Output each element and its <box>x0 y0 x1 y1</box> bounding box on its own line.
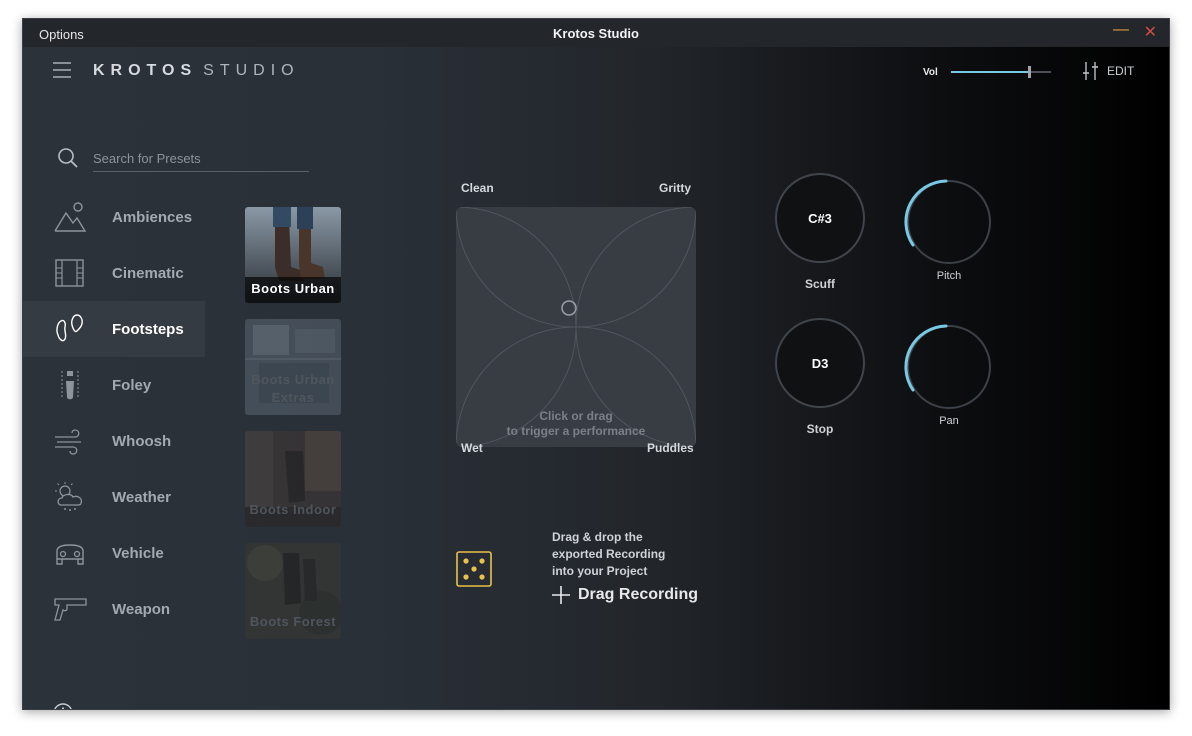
xy-pad-hint: Click or drag to trigger a performance <box>456 409 696 439</box>
drag-recording-button[interactable]: Drag Recording <box>552 586 698 604</box>
mountain-icon <box>54 202 87 232</box>
pitch-label: Pitch <box>936 270 962 282</box>
zipper-icon <box>61 371 79 400</box>
xy-label-bottom-right: Puddles <box>647 441 694 455</box>
volume-thumb[interactable] <box>1028 66 1031 78</box>
minimize-button[interactable]: — <box>1113 21 1129 39</box>
category-label: Vehicle <box>112 544 164 562</box>
pitch-control: Pitch <box>899 179 999 282</box>
main-panel: KROTOS STUDIO Vol EDIT Search for Preset… <box>23 47 1169 710</box>
film-icon <box>55 259 84 287</box>
category-label: Whoosh <box>112 432 172 450</box>
hamburger-menu-icon[interactable] <box>53 61 71 79</box>
title-bar: Options Krotos Studio — ✕ <box>23 19 1169 47</box>
brand-logo: KROTOS STUDIO <box>93 62 300 80</box>
preset-boots-urban[interactable]: Boots Urban <box>245 207 341 303</box>
xy-label-top-left: Clean <box>461 181 494 195</box>
category-label: Ambiences <box>112 208 193 226</box>
category-label: Weapon <box>112 600 171 618</box>
category-footsteps[interactable]: Footsteps <box>23 301 205 357</box>
edit-label: EDIT <box>1107 64 1135 78</box>
category-label: Footsteps <box>112 320 184 338</box>
stop-control: D3 Stop <box>770 318 870 436</box>
hint-line: to trigger a performance <box>506 424 646 438</box>
close-button[interactable]: ✕ <box>1144 22 1157 42</box>
xy-pad-cursor <box>561 300 577 316</box>
category-label: Weather <box>112 488 171 506</box>
xy-label-top-right: Gritty <box>659 181 692 195</box>
preset-label: Boots Indoor <box>249 502 337 517</box>
preset-list: Boots Urban Boots Urban Extras Boots Ind… <box>245 207 341 655</box>
sliders-icon <box>1083 62 1098 80</box>
scuff-label: Scuff <box>805 277 835 291</box>
search-icon[interactable] <box>57 147 79 169</box>
preset-search <box>57 145 313 175</box>
drag-line: exported Recording <box>552 547 666 561</box>
app-window: Options Krotos Studio — ✕ KROTOS STUDIO V… <box>22 18 1170 710</box>
options-menu[interactable]: Options <box>39 27 84 42</box>
preset-label: Boots Urban <box>245 277 341 303</box>
category-label: Cinematic <box>112 264 184 282</box>
category-cinematic[interactable]: Cinematic <box>23 245 205 301</box>
pitch-knob[interactable] <box>904 179 994 265</box>
plus-icon <box>552 586 570 604</box>
category-label: Foley <box>112 376 152 394</box>
drag-recording-label: Drag Recording <box>578 586 699 603</box>
category-whoosh[interactable]: Whoosh <box>23 413 205 469</box>
volume-fill <box>951 71 1029 73</box>
window-title: Krotos Studio <box>553 26 639 41</box>
category-list: Ambiences Cinematic Footsteps Foley Whoo… <box>23 189 205 637</box>
xy-label-bottom-left: Wet <box>461 441 483 455</box>
category-vehicle[interactable]: Vehicle <box>23 525 205 581</box>
category-ambiences[interactable]: Ambiences <box>23 189 205 245</box>
stop-value: D3 <box>811 355 829 371</box>
wind-icon <box>55 429 81 455</box>
preset-boots-indoor[interactable]: Boots Indoor <box>245 431 341 527</box>
weather-icon <box>55 482 83 511</box>
edit-button[interactable]: EDIT <box>1081 61 1134 81</box>
gun-icon <box>54 598 87 621</box>
footsteps-icon <box>56 314 83 342</box>
dice-icon[interactable] <box>456 551 492 587</box>
pan-knob[interactable] <box>904 324 994 410</box>
scuff-value: C#3 <box>808 210 832 226</box>
car-icon <box>56 544 84 565</box>
preset-label: Boots Urban Extras <box>251 372 335 405</box>
stop-knob[interactable]: D3 <box>775 318 865 408</box>
scuff-control: C#3 Scuff <box>770 173 870 291</box>
category-weather[interactable]: Weather <box>23 469 205 525</box>
volume-slider[interactable] <box>951 66 1051 78</box>
search-input[interactable] <box>93 147 309 172</box>
category-foley[interactable]: Foley <box>23 357 205 413</box>
brand-bold: KROTOS <box>93 62 198 79</box>
brand-light: STUDIO <box>203 62 300 79</box>
drag-line: into your Project <box>552 564 648 578</box>
stop-label: Stop <box>806 422 834 436</box>
preset-boots-urban-extras[interactable]: Boots Urban Extras <box>245 319 341 415</box>
drag-instructions: Drag & drop the exported Recording into … <box>552 529 712 580</box>
xy-performance-pad[interactable]: Click or drag to trigger a performance <box>456 207 696 447</box>
volume-label: Vol <box>923 67 938 78</box>
category-weapon[interactable]: Weapon <box>23 581 205 637</box>
info-icon[interactable] <box>53 703 73 710</box>
preset-label: Boots Forest <box>249 614 337 629</box>
scuff-knob[interactable]: C#3 <box>775 173 865 263</box>
pan-control: Pan <box>899 324 999 427</box>
hint-line: Click or drag <box>539 409 613 423</box>
drag-line: Drag & drop the <box>552 530 643 544</box>
preset-boots-forest[interactable]: Boots Forest <box>245 543 341 639</box>
pan-label: Pan <box>939 415 959 427</box>
